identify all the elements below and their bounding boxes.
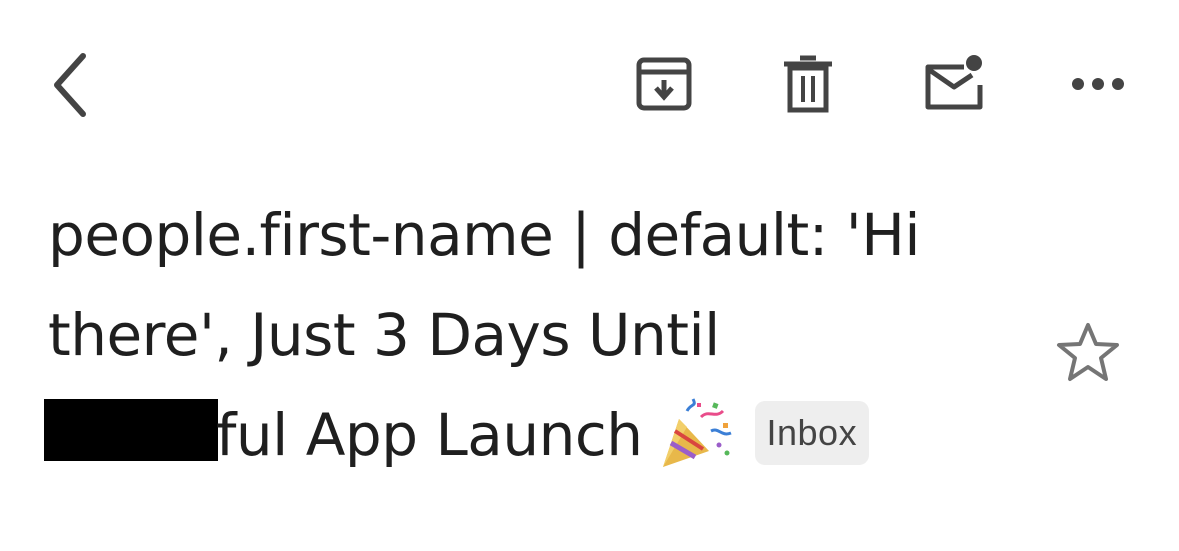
subject-line-3: ful App Launch Inbox	[44, 385, 1038, 485]
archive-button[interactable]	[624, 44, 704, 124]
back-button[interactable]	[30, 40, 110, 130]
trash-icon	[784, 55, 832, 113]
star-button[interactable]	[1050, 314, 1126, 390]
mark-unread-icon	[925, 55, 983, 110]
message-toolbar	[0, 0, 1179, 170]
subject-line-3-text: ful App Launch	[216, 401, 643, 469]
mark-unread-button[interactable]	[910, 40, 996, 126]
subject-line-1: people.first-name | default: 'Hi	[48, 201, 920, 269]
delete-button[interactable]	[768, 44, 848, 124]
more-icon	[1072, 78, 1124, 90]
archive-icon	[636, 57, 692, 111]
more-options-button[interactable]	[1058, 54, 1138, 114]
star-outline-icon	[1057, 323, 1119, 381]
inbox-label-badge[interactable]: Inbox	[754, 401, 870, 465]
back-icon	[54, 53, 86, 117]
redaction-block	[44, 399, 218, 461]
message-subject: people.first-name | default: 'Hi there',…	[44, 185, 1038, 485]
subject-line-2: there', Just 3 Days Until	[48, 301, 720, 369]
party-popper-emoji	[662, 398, 732, 467]
